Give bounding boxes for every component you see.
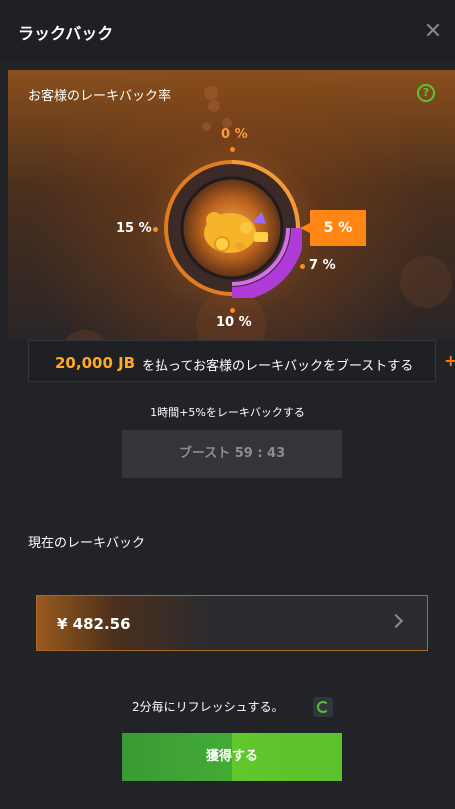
rate-label-top: 0 % <box>221 127 248 142</box>
piggy-bank-icon <box>164 160 305 301</box>
window-title: ラックバック <box>18 24 114 43</box>
close-icon[interactable] <box>423 20 443 40</box>
refresh-icon[interactable] <box>313 697 333 717</box>
refresh-note: 2分毎にリフレッシュする。 <box>132 700 284 714</box>
rakeback-ring <box>162 158 305 301</box>
header: ラックバック <box>0 0 455 62</box>
boost-button[interactable]: ブースト 59 : 43 <box>122 430 342 478</box>
refresh-spinner <box>317 701 329 713</box>
rate-dot-left <box>153 227 158 232</box>
rate-dot-bottom <box>230 308 235 313</box>
boost-offer: 20,000 JB を払ってお客様のレーキバックをブーストする <box>28 340 436 382</box>
bubble-decoration <box>202 122 211 131</box>
rate-label-left: 15 % <box>116 221 152 236</box>
help-icon[interactable]: ? <box>417 84 435 102</box>
bubble-decoration <box>208 100 220 112</box>
rate-label-right: 7 % <box>309 258 336 273</box>
boost-description: を払ってお客様のレーキバックをブーストする <box>142 359 414 374</box>
chevron-right-icon <box>388 613 404 629</box>
rate-dot-top <box>230 147 235 152</box>
current-rakeback-label: 現在のレーキバック <box>28 536 146 551</box>
active-rate-badge: 5 % <box>300 210 366 246</box>
current-rakeback-row[interactable]: ¥ 482.56 <box>36 595 428 651</box>
boost-amount: 20,000 JB <box>55 354 136 372</box>
hero-title: お客様のレーキバック率 <box>28 89 172 104</box>
claim-button[interactable]: 獲得する <box>122 733 342 781</box>
bubble-decoration <box>400 256 452 308</box>
boost-note: 1時間+5%をレーキバックする <box>150 406 305 419</box>
boost-plus-icon[interactable]: + <box>444 351 455 370</box>
rate-label-bottom: 10 % <box>216 315 252 330</box>
bubble-decoration <box>204 86 218 100</box>
current-rakeback-amount: ¥ 482.56 <box>57 615 131 633</box>
